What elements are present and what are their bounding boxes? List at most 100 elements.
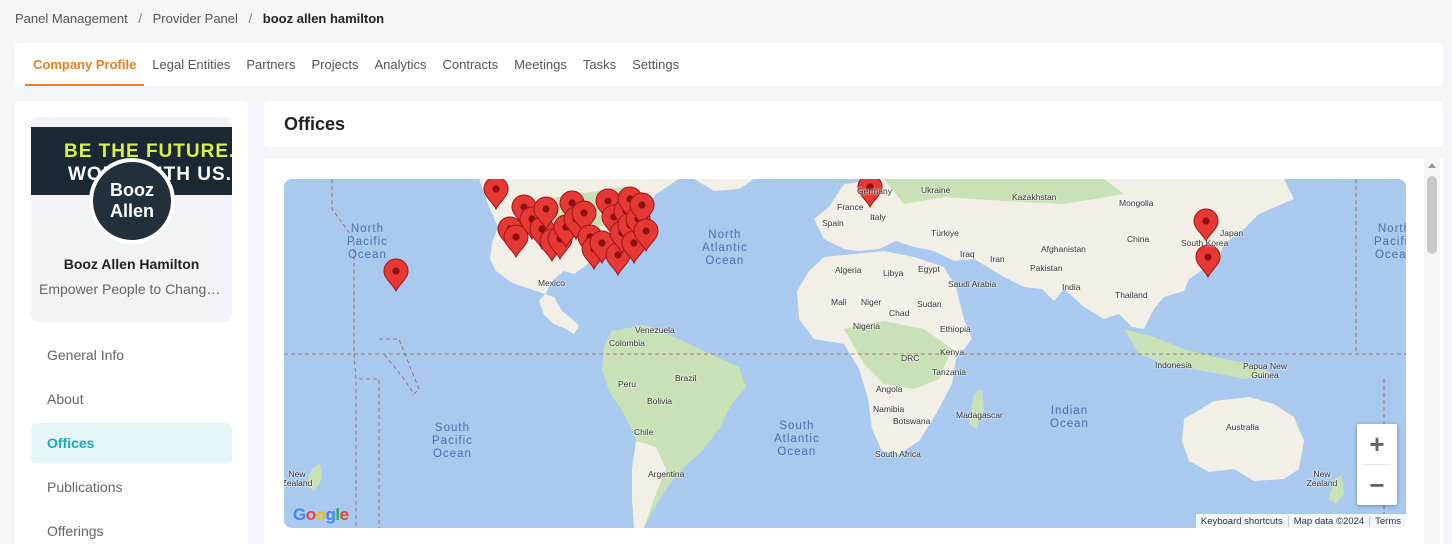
- ocean-label-line: Ocean: [777, 446, 817, 458]
- ocean-label-line: Indian: [1050, 405, 1089, 417]
- country-label: Papua New Guinea: [1243, 361, 1287, 380]
- tab-legal-entities[interactable]: Legal Entities: [144, 43, 238, 86]
- ocean-label-north-atlantic: North Atlantic Ocean: [702, 229, 748, 268]
- country-label: Mongolia: [1119, 198, 1154, 208]
- ocean-label-line: North: [350, 223, 384, 235]
- country-label: Sudan: [917, 299, 942, 309]
- google-logo-letter: o: [305, 505, 316, 524]
- tab-bar: Company Profile Legal Entities Partners …: [15, 43, 1443, 86]
- country-label: Kenya: [940, 347, 965, 357]
- country-label: Thailand: [1115, 290, 1148, 300]
- side-nav-publications[interactable]: Publications: [31, 467, 232, 507]
- breadcrumb-separator: /: [138, 11, 142, 26]
- country-label: Japan: [1220, 228, 1244, 238]
- country-label: Spain: [822, 218, 844, 228]
- country-label: Angola: [876, 384, 903, 394]
- country-label: DRC: [901, 353, 920, 363]
- country-label: Türkiye: [931, 228, 959, 238]
- ocean-label-line: Ocean: [705, 255, 745, 267]
- ocean-label-line: Pacific: [432, 435, 473, 447]
- ocean-label-line: Pacific: [347, 236, 388, 248]
- country-label: Botswana: [893, 416, 931, 426]
- country-label: Brazil: [675, 373, 697, 383]
- google-logo[interactable]: Google: [293, 505, 349, 525]
- country-label: Mali: [831, 297, 847, 307]
- country-label: Pakistan: [1030, 263, 1063, 273]
- ocean-label-line: Ocean: [1374, 249, 1406, 261]
- page-scrollbar[interactable]: [1424, 158, 1440, 544]
- company-tagline: Empower People to Change the World: [39, 281, 224, 297]
- ocean-label-line: South: [434, 422, 470, 434]
- country-label: Libya: [883, 268, 904, 278]
- country-label: Madagascar: [956, 410, 1003, 420]
- offices-map[interactable]: North Pacific Ocean North Atlantic Ocean…: [284, 179, 1406, 528]
- tab-meetings[interactable]: Meetings: [506, 43, 575, 86]
- ocean-label-line: Atlantic: [774, 433, 820, 445]
- map-panel: North Pacific Ocean North Atlantic Ocean…: [264, 158, 1443, 544]
- country-label: Iran: [990, 254, 1005, 264]
- breadcrumb: Panel Management / Provider Panel / booz…: [15, 11, 384, 26]
- country-label: Peru: [618, 379, 636, 389]
- ocean-label-line: North: [708, 229, 742, 241]
- country-label: Argentina: [648, 469, 685, 479]
- country-label: Egypt: [918, 264, 940, 274]
- country-label: Afghanistan: [1041, 244, 1086, 254]
- country-label: Tanzania: [932, 367, 967, 377]
- country-label: France: [837, 202, 864, 212]
- scroll-up-arrow-icon[interactable]: [1428, 163, 1436, 168]
- side-nav-offerings[interactable]: Offerings: [31, 511, 232, 544]
- breadcrumb-panel-management[interactable]: Panel Management: [15, 11, 128, 26]
- terms-link[interactable]: Terms: [1369, 515, 1406, 527]
- zoom-out-button[interactable]: −: [1357, 465, 1397, 505]
- country-label: New Zealand: [284, 469, 313, 488]
- google-logo-letter: o: [315, 505, 326, 524]
- tab-analytics[interactable]: Analytics: [366, 43, 434, 86]
- country-label: Ethiopia: [940, 324, 971, 334]
- breadcrumb-provider-panel[interactable]: Provider Panel: [153, 11, 238, 26]
- country-label: Algeria: [835, 265, 862, 275]
- country-label: Italy: [870, 212, 886, 222]
- country-label: South Korea: [1181, 238, 1229, 248]
- tab-projects[interactable]: Projects: [304, 43, 367, 86]
- side-nav-general-info[interactable]: General Info: [31, 335, 232, 375]
- country-label: New Zealand: [1306, 469, 1338, 488]
- country-label: Saudi Arabia: [948, 279, 997, 289]
- logo-text-1: Booz: [110, 180, 154, 200]
- country-label: Chad: [889, 308, 910, 318]
- keyboard-shortcuts-link[interactable]: Keyboard shortcuts: [1196, 516, 1288, 527]
- ocean-label-line: Ocean: [432, 448, 472, 460]
- side-nav-offices[interactable]: Offices: [31, 423, 232, 463]
- tab-company-profile[interactable]: Company Profile: [25, 43, 145, 86]
- breadcrumb-current: booz allen hamilton: [262, 11, 385, 26]
- ocean-label-line: Pacific: [1374, 236, 1406, 248]
- country-label: Kazakhstan: [1012, 192, 1057, 202]
- zoom-in-button[interactable]: +: [1357, 424, 1397, 464]
- ocean-label-north-pacific: North Pacific Ocean: [347, 223, 388, 262]
- map-data-credit: Map data ©2024: [1287, 515, 1369, 527]
- country-label: Nigeria: [853, 321, 880, 331]
- tab-partners[interactable]: Partners: [238, 43, 303, 86]
- section-header: Offices: [264, 101, 1443, 147]
- sidebar: BE THE FUTURE. WORK WITH US. Booz Allen …: [15, 101, 248, 544]
- country-label: Indonesia: [1155, 360, 1192, 370]
- scroll-thumb[interactable]: [1427, 176, 1437, 254]
- google-logo-letter: G: [293, 505, 306, 524]
- side-nav-about[interactable]: About: [31, 379, 232, 419]
- logo-text-2: Allen: [109, 201, 154, 221]
- tab-tasks[interactable]: Tasks: [575, 43, 624, 86]
- country-label: China: [1127, 234, 1150, 244]
- section-title: Offices: [284, 114, 346, 134]
- google-logo-letter: g: [325, 505, 336, 524]
- google-logo-letter: e: [339, 505, 349, 524]
- tab-settings[interactable]: Settings: [624, 43, 687, 86]
- ocean-label-line: Ocean: [347, 249, 387, 261]
- ocean-label-north-pacific-right: North Pacific Ocean: [1374, 223, 1406, 262]
- country-label: Niger: [861, 297, 882, 307]
- breadcrumb-separator: /: [248, 11, 253, 26]
- country-label: Namibia: [873, 404, 905, 414]
- country-label: Colombia: [609, 338, 645, 348]
- map-attribution: Keyboard shortcuts Map data ©2024 Terms: [1195, 514, 1406, 528]
- country-label: Australia: [1226, 422, 1260, 432]
- tab-contracts[interactable]: Contracts: [435, 43, 507, 86]
- country-label: Iraq: [960, 249, 975, 259]
